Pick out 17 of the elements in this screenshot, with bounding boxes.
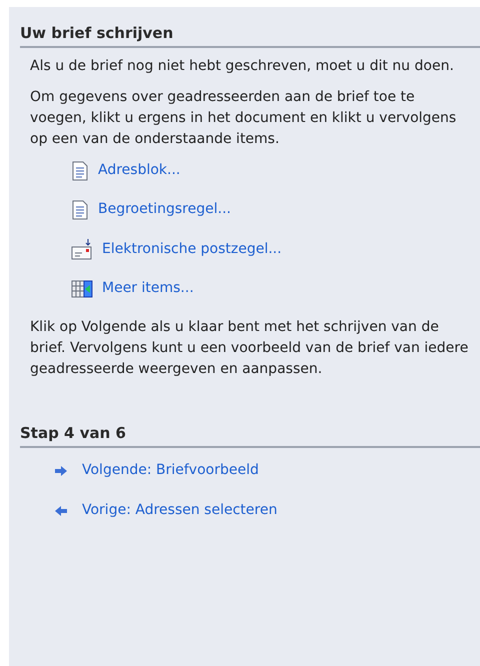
- document-icon: [71, 200, 89, 220]
- table-icon: [71, 278, 93, 298]
- instruction-text: Om gegevens over geadresseerden aan de brief toe te voegen, klikt u ergens in het document en klikt u vervolgens op een van de onderstaande items.: [30, 88, 458, 149]
- section-title: Uw brief schrijven: [20, 23, 174, 44]
- item-link[interactable]: Begroetingsregel...: [98, 199, 231, 220]
- step-title: Stap 4 van 6: [20, 423, 127, 444]
- navigation-link[interactable]: Volgende: Briefvoorbeeld: [82, 460, 259, 481]
- right-arrow-icon: [54, 464, 68, 476]
- item-link[interactable]: Meer items...: [102, 278, 194, 299]
- instruction-text: Als u de brief nog niet hebt geschreven, moet u dit nu doen.: [30, 57, 455, 76]
- document-icon: [71, 160, 89, 180]
- navigation-link[interactable]: Vorige: Adressen selecteren: [82, 500, 278, 521]
- item-link[interactable]: Elektronische postzegel...: [102, 238, 282, 260]
- instruction-text: Klik op Volgende als u klaar bent met het schrijven van de brief. Vervolgens kunt u een voorbeeld van de brief van iedere geadresseerde weergeven en aanpassen.: [29, 318, 470, 379]
- envelope-icon: [71, 238, 93, 260]
- left-arrow-icon: [54, 504, 68, 516]
- item-link[interactable]: Adresblok...: [98, 160, 180, 181]
